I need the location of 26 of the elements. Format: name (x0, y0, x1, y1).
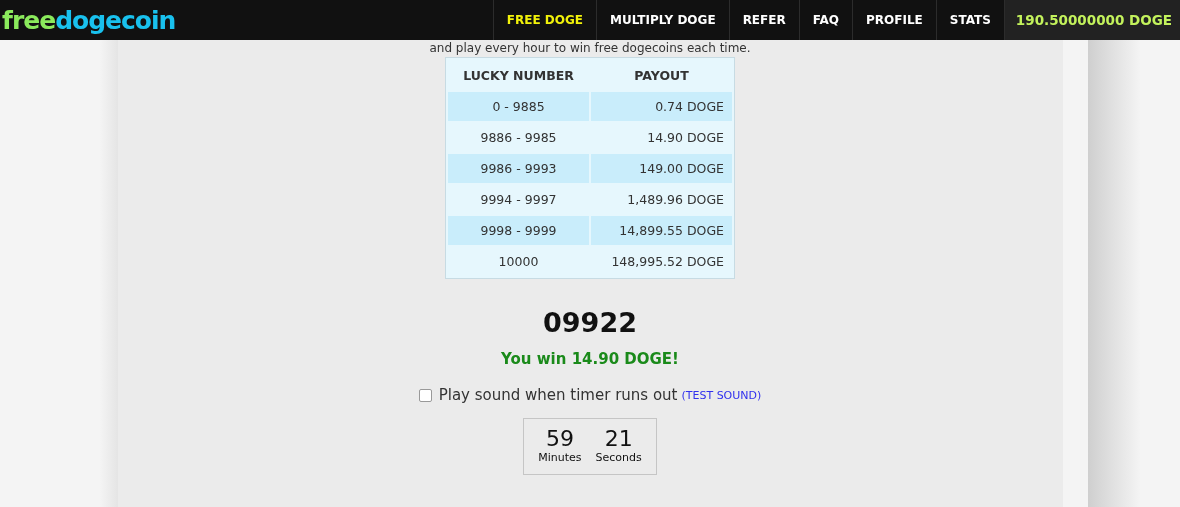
table-cell-text: 1,489.96 DOGE (626, 191, 725, 209)
timer-value: 59 (545, 427, 574, 451)
timer-unit: Minutes (538, 451, 582, 464)
sound-checkbox[interactable] (418, 388, 432, 402)
table-cell-text: 9886 - 9985 (479, 129, 558, 147)
checkbox-label: Play sound when timer runs out (438, 386, 678, 404)
column-header: PAYOUT (633, 66, 690, 85)
timer-value: 21 (604, 427, 633, 451)
timer-unit: Seconds (595, 451, 642, 464)
intro-text: and play every hour to win free dogecoins each time. (429, 40, 751, 57)
table-cell-text: 14.90 DOGE (646, 129, 725, 147)
table-cell: 0 - 9885 (448, 92, 589, 121)
balance: 190.50000000 DOGE (1003, 0, 1180, 40)
table-cell-text: 10000 (497, 253, 540, 271)
table-cell: 0.74 DOGE (591, 92, 732, 121)
lucky-number: 09922 (543, 307, 637, 338)
table-cell: 14,899.55 DOGE (591, 216, 732, 245)
table-cell: 9986 - 9993 (448, 154, 589, 183)
table-cell: 9998 - 9999 (448, 216, 589, 245)
table-cell-text: 148,995.52 DOGE (610, 253, 725, 271)
result-message: You win 14.90 DOGE! (501, 350, 679, 368)
logo[interactable]: freedogecoin (0, 0, 176, 40)
table-cell-text: 9994 - 9997 (479, 191, 558, 209)
column-header: LUCKY NUMBER (462, 66, 575, 85)
test-sound-link[interactable]: (TEST SOUND) (681, 388, 762, 402)
table-cell: 149.00 DOGE (591, 154, 732, 183)
